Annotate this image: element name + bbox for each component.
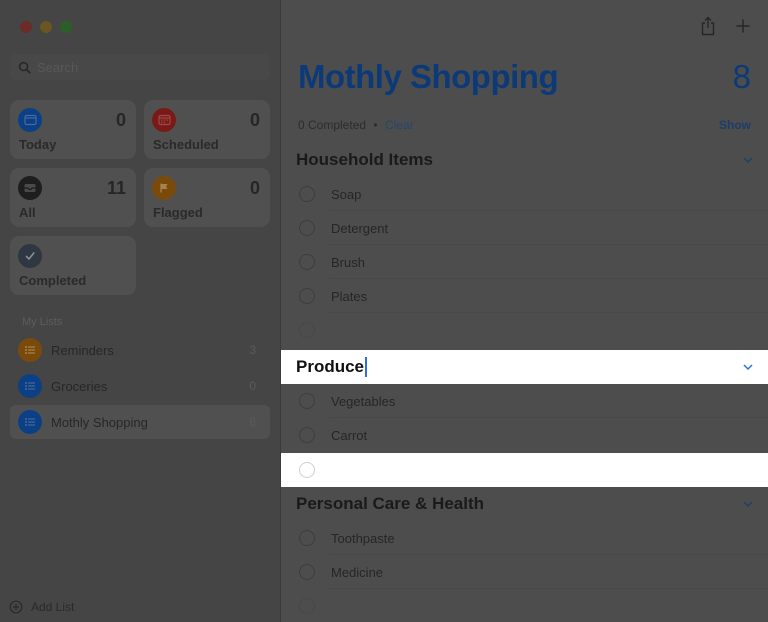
sidebar: 0 Today 0 Scheduled 11 All 0 Flagged (0, 0, 281, 622)
checkbox-circle-icon[interactable] (299, 254, 315, 270)
reminder-title[interactable]: Medicine (331, 565, 383, 580)
zoom-button[interactable] (60, 21, 72, 33)
new-reminder-row[interactable] (281, 589, 768, 622)
smart-list-today[interactable]: 0 Today (10, 100, 136, 159)
search-input[interactable] (37, 59, 237, 75)
tray-icon (18, 176, 42, 200)
smart-list-label: All (19, 205, 36, 220)
reminder-item[interactable]: Vegetables (281, 384, 768, 418)
smart-list-label: Completed (19, 273, 87, 288)
reminder-item[interactable]: Brush (281, 245, 768, 279)
smart-list-completed[interactable]: Completed (10, 236, 136, 295)
list-item-mothly-shopping[interactable]: Mothly Shopping 8 (10, 405, 270, 439)
checkbox-circle-icon[interactable] (299, 186, 315, 202)
plus-circle-icon (9, 600, 23, 614)
smart-list-scheduled[interactable]: 0 Scheduled (144, 100, 270, 159)
window-controls (20, 21, 72, 33)
checkbox-circle-icon[interactable] (299, 427, 315, 443)
reminder-item[interactable]: Carrot (281, 418, 768, 452)
reminder-title[interactable]: Carrot (331, 428, 367, 443)
add-list-label: Add List (31, 600, 75, 614)
reminder-title[interactable]: Vegetables (331, 394, 395, 409)
smart-list-label: Flagged (153, 205, 203, 220)
section-header-household-items[interactable]: Household Items (281, 143, 768, 177)
section-title[interactable]: Produce (296, 357, 364, 376)
calendar-today-icon (18, 108, 42, 132)
reminder-title[interactable]: Brush (331, 255, 365, 270)
flag-icon (152, 176, 176, 200)
section-header-produce[interactable]: Produce (281, 350, 768, 384)
list-name: Reminders (51, 342, 114, 358)
list-count: 0 (249, 379, 256, 393)
minimize-button[interactable] (40, 21, 52, 33)
list-item-groceries[interactable]: Groceries 0 (10, 369, 270, 403)
list-bullets-icon (18, 374, 42, 398)
reminder-item[interactable]: Plates (281, 279, 768, 313)
checkbox-circle-icon[interactable] (299, 220, 315, 236)
list-bullets-icon (18, 338, 42, 362)
checkbox-circle-icon[interactable] (299, 564, 315, 580)
smart-list-label: Today (19, 137, 57, 152)
smart-list-count: 11 (106, 178, 126, 198)
share-icon[interactable] (700, 16, 716, 36)
section-title[interactable]: Personal Care & Health (296, 494, 742, 514)
smart-list-count: 0 (115, 110, 126, 130)
chevron-down-icon[interactable] (742, 156, 754, 164)
separator: • (373, 118, 378, 132)
add-reminder-icon[interactable] (736, 19, 750, 33)
show-completed-button[interactable]: Show (719, 118, 751, 132)
smart-list-count: 0 (249, 178, 260, 198)
section-header-personal-care-health[interactable]: Personal Care & Health (281, 487, 768, 521)
new-reminder-row[interactable] (281, 313, 768, 347)
list-count: 3 (249, 343, 256, 357)
list-count: 8 (249, 415, 256, 429)
checkbox-circle-icon[interactable] (299, 393, 315, 409)
reminder-title[interactable]: Soap (331, 187, 361, 202)
section-title-input[interactable]: Produce (296, 357, 742, 378)
reminder-title[interactable]: Detergent (331, 221, 388, 236)
list-total-count: 8 (732, 58, 751, 95)
list-title: Mothly Shopping (298, 58, 559, 95)
reminder-item[interactable]: Medicine (281, 555, 768, 589)
reminder-title[interactable]: Toothpaste (331, 531, 395, 546)
toolbar (700, 16, 750, 36)
reminder-item[interactable]: Toothpaste (281, 521, 768, 555)
reminder-title[interactable]: Plates (331, 289, 367, 304)
checkbox-circle-icon[interactable] (299, 598, 315, 614)
checkbox-circle-icon[interactable] (299, 530, 315, 546)
my-lists-heading: My Lists (22, 316, 63, 328)
smart-list-label: Scheduled (153, 137, 219, 152)
smart-list-flagged[interactable]: 0 Flagged (144, 168, 270, 227)
list-name: Groceries (51, 378, 108, 394)
smart-list-count: 0 (249, 110, 260, 130)
smart-list-all[interactable]: 11 All (10, 168, 136, 227)
add-list-button[interactable]: Add List (9, 600, 74, 614)
calendar-icon (152, 108, 176, 132)
search-field[interactable] (10, 54, 270, 80)
list-bullets-icon (18, 410, 42, 434)
list-detail: Mothly Shopping 8 0 Completed • Clear Sh… (281, 0, 768, 622)
checkbox-circle-icon[interactable] (299, 288, 315, 304)
section-title[interactable]: Household Items (296, 150, 742, 170)
completed-summary: 0 Completed • Clear (298, 118, 414, 132)
list-item-reminders[interactable]: Reminders 3 (10, 333, 270, 367)
close-button[interactable] (20, 21, 32, 33)
checkbox-circle-icon[interactable] (299, 322, 315, 338)
reminder-item[interactable]: Soap (281, 177, 768, 211)
checkmark-icon (18, 244, 42, 268)
text-cursor (365, 357, 368, 378)
completed-count: 0 Completed (298, 118, 367, 132)
clear-button[interactable]: Clear (385, 118, 414, 132)
chevron-down-icon[interactable] (742, 500, 754, 508)
chevron-down-icon[interactable] (742, 363, 754, 371)
search-icon (18, 61, 31, 74)
checkbox-circle-icon[interactable] (299, 462, 315, 478)
reminders-window: 0 Today 0 Scheduled 11 All 0 Flagged (0, 0, 768, 622)
new-reminder-row[interactable] (281, 453, 768, 487)
reminder-item[interactable]: Detergent (281, 211, 768, 245)
list-name: Mothly Shopping (51, 414, 148, 430)
